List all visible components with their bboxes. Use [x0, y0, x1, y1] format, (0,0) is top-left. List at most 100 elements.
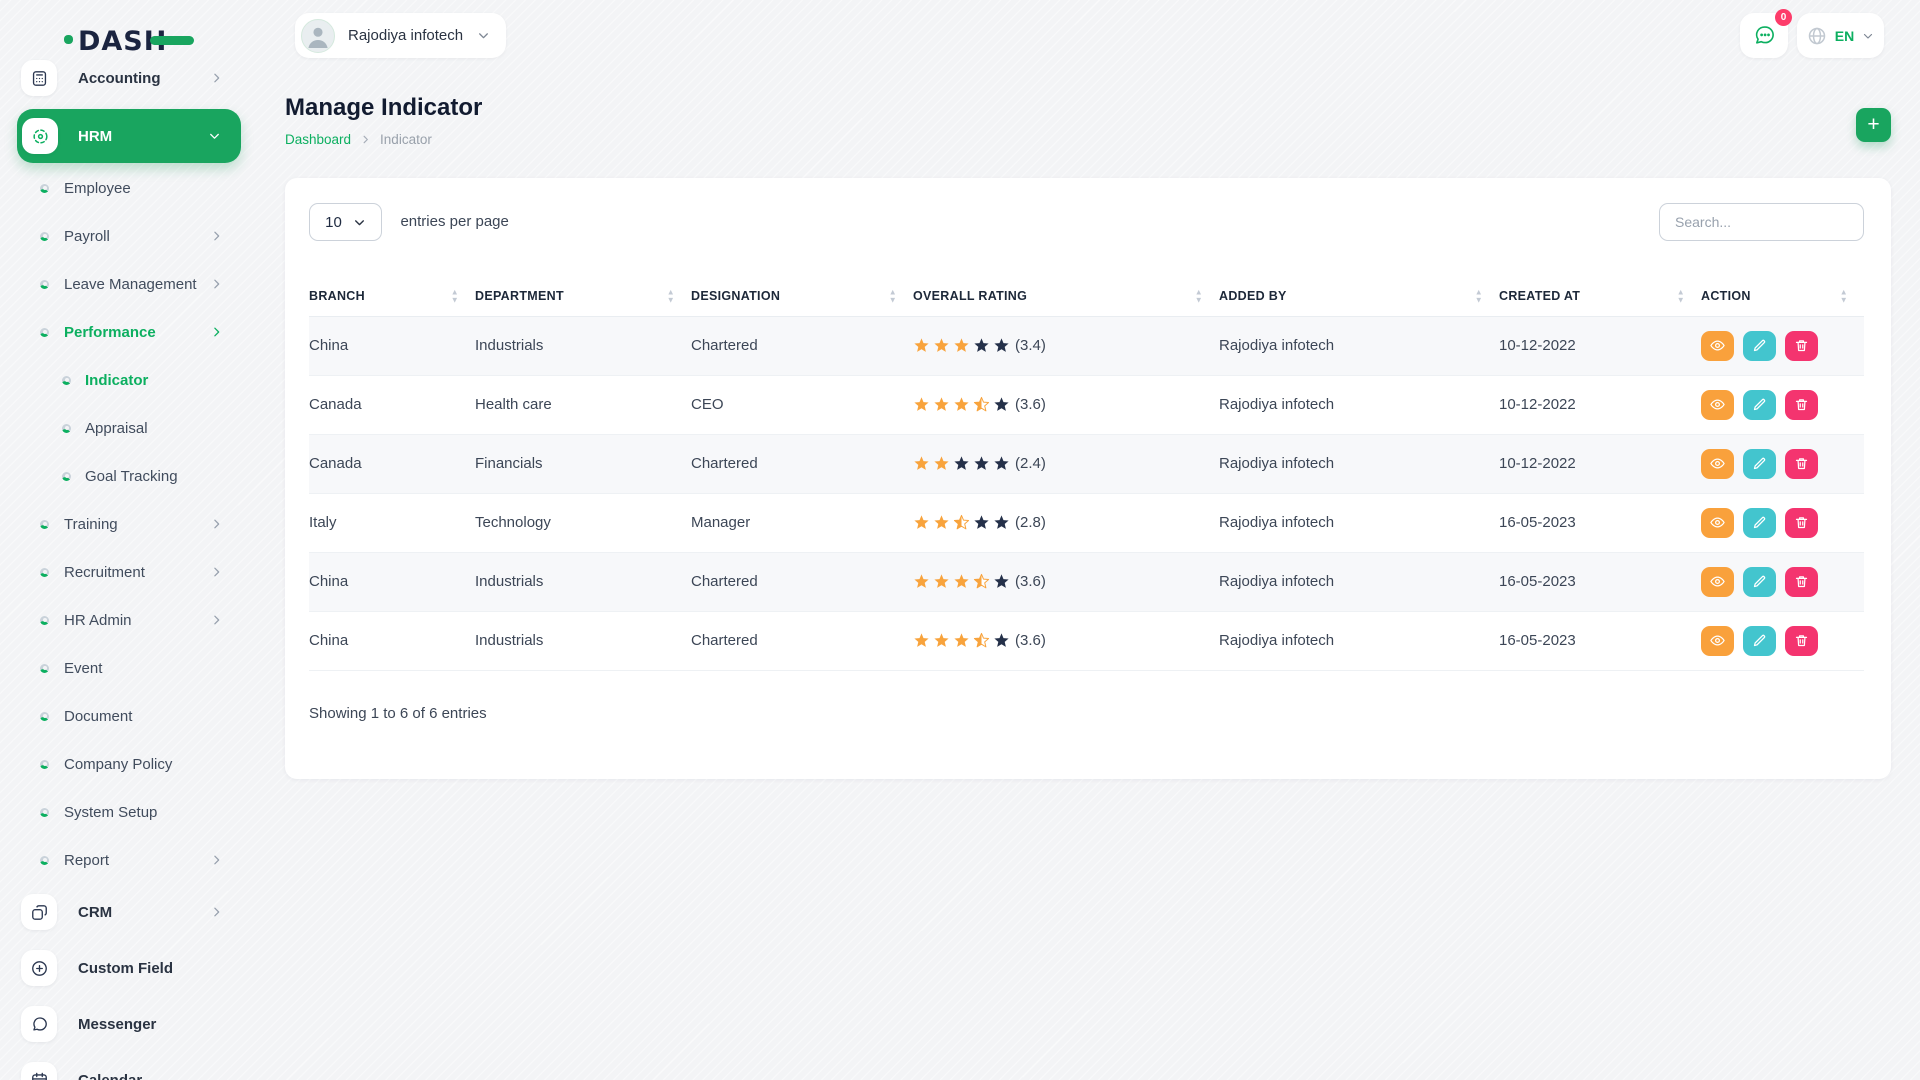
cell-department: Industrials: [475, 552, 691, 611]
bullet-icon: [40, 280, 49, 289]
cell-branch: China: [309, 316, 475, 375]
sidebar-item-label: Messenger: [78, 1016, 156, 1033]
delete-button[interactable]: [1785, 449, 1818, 479]
view-button[interactable]: [1701, 331, 1734, 361]
star-icon: [913, 632, 930, 649]
page-title: Manage Indicator: [285, 94, 482, 122]
sidebar-item-label: Company Policy: [64, 756, 172, 773]
star-icon: [993, 337, 1010, 354]
column-header-added-by[interactable]: ADDED BY▲▼: [1219, 277, 1499, 316]
cell-added-by: Rajodiya infotech: [1219, 316, 1499, 375]
cell-actions: [1701, 434, 1864, 493]
cell-added-by: Rajodiya infotech: [1219, 611, 1499, 670]
messages-button[interactable]: 0: [1740, 13, 1788, 58]
sidebar-item-company-policy[interactable]: Company Policy: [0, 740, 243, 788]
sidebar-item-employee[interactable]: Employee: [0, 164, 243, 212]
cell-created-at: 16-05-2023: [1499, 611, 1701, 670]
trash-icon: [1794, 397, 1809, 412]
search-input[interactable]: [1659, 203, 1864, 241]
indicator-card: 10 entries per page BRANCH▲▼ DEPARTMENT▲…: [285, 178, 1891, 779]
edit-button[interactable]: [1743, 508, 1776, 538]
chevron-down-icon: [477, 29, 490, 42]
star-icon: [993, 514, 1010, 531]
company-selector[interactable]: Rajodiya infotech: [295, 13, 506, 58]
sidebar-item-payroll[interactable]: Payroll: [0, 212, 243, 260]
chevron-right-icon: [360, 134, 371, 145]
view-button[interactable]: [1701, 626, 1734, 656]
column-header-action[interactable]: ACTION▲▼: [1701, 277, 1864, 316]
rating-value: (2.8): [1015, 514, 1046, 531]
cell-department: Financials: [475, 434, 691, 493]
column-header-created-at[interactable]: CREATED AT▲▼: [1499, 277, 1701, 316]
entries-per-page-select[interactable]: 10: [309, 203, 382, 241]
sidebar-item-label: Custom Field: [78, 960, 173, 977]
star-rating: [913, 455, 1010, 472]
delete-button[interactable]: [1785, 626, 1818, 656]
sidebar-item-document[interactable]: Document: [0, 692, 243, 740]
cell-rating: (2.8): [913, 493, 1219, 552]
star-icon: [933, 455, 950, 472]
sort-icon: ▲▼: [451, 289, 459, 304]
cell-designation: CEO: [691, 375, 913, 434]
column-header-overall-rating[interactable]: OVERALL RATING▲▼: [913, 277, 1219, 316]
sidebar-item-crm[interactable]: CRM: [0, 884, 243, 940]
messages-badge: 0: [1775, 9, 1792, 26]
star-icon: [913, 396, 930, 413]
view-button[interactable]: [1701, 390, 1734, 420]
sidebar-item-report[interactable]: Report: [0, 836, 243, 884]
sidebar-item-performance[interactable]: Performance: [0, 308, 243, 356]
table-row: China Industrials Chartered (3.4) Rajodi…: [309, 316, 1864, 375]
pencil-icon: [1752, 456, 1767, 471]
table-row: Canada Health care CEO (3.6) Rajodiya in…: [309, 375, 1864, 434]
sidebar-item-custom-field[interactable]: Custom Field: [0, 940, 243, 996]
delete-button[interactable]: [1785, 390, 1818, 420]
star-rating: [913, 396, 1010, 413]
edit-button[interactable]: [1743, 390, 1776, 420]
star-icon: [953, 455, 970, 472]
sidebar-item-system-setup[interactable]: System Setup: [0, 788, 243, 836]
sidebar-item-indicator[interactable]: Indicator: [0, 356, 243, 404]
table-row: Italy Technology Manager (2.8) Rajodiya …: [309, 493, 1864, 552]
sidebar-item-recruitment[interactable]: Recruitment: [0, 548, 243, 596]
cell-rating: (3.6): [913, 552, 1219, 611]
column-header-department[interactable]: DEPARTMENT▲▼: [475, 277, 691, 316]
sidebar-item-calendar[interactable]: Calendar: [0, 1052, 243, 1080]
sidebar-item-training[interactable]: Training: [0, 500, 243, 548]
view-button[interactable]: [1701, 567, 1734, 597]
sidebar-item-goal-tracking[interactable]: Goal Tracking: [0, 452, 243, 500]
column-header-branch[interactable]: BRANCH▲▼: [309, 277, 475, 316]
star-icon: [973, 396, 990, 413]
breadcrumb-dashboard-link[interactable]: Dashboard: [285, 132, 351, 147]
indicator-table: BRANCH▲▼ DEPARTMENT▲▼ DESIGNATION▲▼ OVER…: [309, 277, 1864, 671]
bullet-icon: [40, 520, 49, 529]
sidebar-item-label: Calendar: [78, 1072, 142, 1080]
pencil-icon: [1752, 397, 1767, 412]
add-indicator-button[interactable]: +: [1856, 108, 1891, 142]
plus-circle-icon: [21, 950, 57, 986]
chevron-down-icon: [353, 216, 366, 229]
delete-button[interactable]: [1785, 331, 1818, 361]
sidebar-item-hr-admin[interactable]: HR Admin: [0, 596, 243, 644]
cell-department: Industrials: [475, 611, 691, 670]
sidebar-item-event[interactable]: Event: [0, 644, 243, 692]
view-button[interactable]: [1701, 449, 1734, 479]
star-rating: [913, 632, 1010, 649]
sidebar-item-hrm[interactable]: HRM: [17, 109, 241, 163]
edit-button[interactable]: [1743, 567, 1776, 597]
sidebar-item-messenger[interactable]: Messenger: [0, 996, 243, 1052]
edit-button[interactable]: [1743, 626, 1776, 656]
sidebar-item-accounting[interactable]: Accounting: [0, 56, 243, 100]
star-icon: [973, 514, 990, 531]
sidebar-item-appraisal[interactable]: Appraisal: [0, 404, 243, 452]
view-button[interactable]: [1701, 508, 1734, 538]
column-header-designation[interactable]: DESIGNATION▲▼: [691, 277, 913, 316]
delete-button[interactable]: [1785, 567, 1818, 597]
cell-added-by: Rajodiya infotech: [1219, 375, 1499, 434]
crm-icon: [21, 894, 57, 930]
edit-button[interactable]: [1743, 331, 1776, 361]
language-selector[interactable]: EN: [1797, 13, 1884, 58]
sidebar-item-label: CRM: [78, 904, 112, 921]
sidebar-item-leave-management[interactable]: Leave Management: [0, 260, 243, 308]
edit-button[interactable]: [1743, 449, 1776, 479]
delete-button[interactable]: [1785, 508, 1818, 538]
